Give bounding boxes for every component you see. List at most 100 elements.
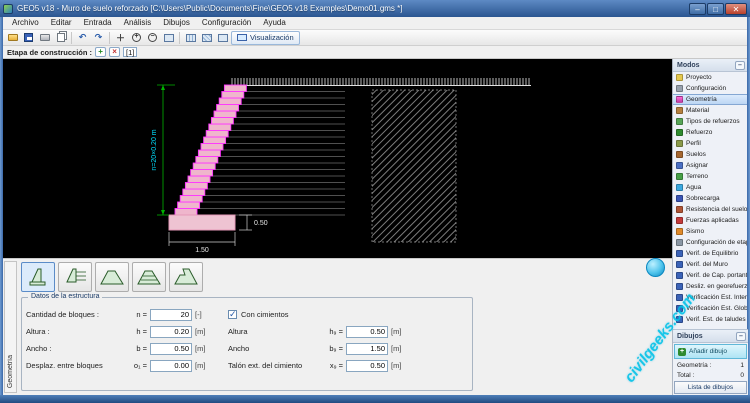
right-fields: Con cimientos Altura h₉ = [m] Ancho b₉ =… xyxy=(228,306,406,374)
menu-ayuda[interactable]: Ayuda xyxy=(257,17,292,29)
sidebar-item-tipos-de-refuerzos[interactable]: Tipos de refuerzos xyxy=(673,116,747,127)
stepped-wall-reinforced-icon xyxy=(66,268,86,283)
sidebar-item-agua[interactable]: Agua xyxy=(673,182,747,193)
sidebar-item-configuración[interactable]: Configuración xyxy=(673,83,747,94)
sidebar-item-refuerzo[interactable]: Refuerzo xyxy=(673,127,747,138)
block-count-unit: [-] xyxy=(195,310,202,319)
pan-button[interactable]: ＋ xyxy=(113,31,128,45)
drawings-collapse-button[interactable]: – xyxy=(736,331,746,341)
sidebar-item-asignar[interactable]: Asignar xyxy=(673,160,747,171)
selection-frame-button-2[interactable] xyxy=(199,31,214,45)
wall-shape-button-1[interactable] xyxy=(21,262,55,292)
bottom-frame: Geometría Datos de la estructura Cantida… xyxy=(3,258,672,395)
menu-entrada[interactable]: Entrada xyxy=(78,17,118,29)
modes-collapse-button[interactable]: – xyxy=(735,60,745,70)
foundation-height-input[interactable] xyxy=(346,325,388,338)
minimize-button[interactable]: – xyxy=(689,2,706,15)
structure-data-group: Datos de la estructura Cantidad de bloqu… xyxy=(21,293,473,391)
sidebar-item-suelos[interactable]: Suelos xyxy=(673,149,747,160)
add-drawing-button[interactable]: + Añadir dibujo xyxy=(674,344,747,359)
menu-archivo[interactable]: Archivo xyxy=(6,17,45,29)
drawing-count-row: Geometría : 1 xyxy=(673,360,748,370)
sidebar-item-geometría[interactable]: Geometría xyxy=(673,94,747,105)
wall-shape-button-5[interactable] xyxy=(169,262,203,292)
add-stage-button[interactable]: + xyxy=(95,47,107,57)
sidebar-item-resistencia-del-suelo[interactable]: Resistencia del suelo xyxy=(673,204,747,215)
foundation-heel-symbol: x₉ = xyxy=(329,361,343,370)
foundation-heel-row: Talón ext. del cimiento x₉ = [m] xyxy=(228,357,406,374)
foundation-height-label: Altura xyxy=(228,327,248,336)
sidebar-item-verif-de-equilibrio[interactable]: Verif. de Equilibrio xyxy=(673,248,747,259)
block-height-input[interactable] xyxy=(150,325,192,338)
wall-shape-button-3[interactable] xyxy=(95,262,129,292)
sidebar-item-verif-est-de-taludes[interactable]: Verif. Est. de taludes xyxy=(673,314,747,325)
menu-analisis[interactable]: Análisis xyxy=(118,17,158,29)
foundation-heel-input[interactable] xyxy=(346,359,388,372)
block-width-row: Ancho : b = [m] xyxy=(26,340,210,357)
drawing-list-button[interactable]: Lista de dibujos xyxy=(674,381,747,394)
sidebar-item-proyecto[interactable]: Proyecto xyxy=(673,72,747,83)
window-frame-bottom xyxy=(0,395,750,403)
verify-icon xyxy=(676,294,683,301)
sidebar-item-configuración-de-etapa[interactable]: Configuración de etapa xyxy=(673,237,747,248)
sidebar-item-verif-de-cap-portante[interactable]: Verif. de Cap. portante xyxy=(673,270,747,281)
sidebar-item-verificación-est-global[interactable]: Verificación Est. Global xyxy=(673,303,747,314)
assign-icon xyxy=(676,162,683,169)
sidebar-item-desliz-en-georefuerzo[interactable]: Desliz. en georefuerzo xyxy=(673,281,747,292)
zoom-fit-button[interactable] xyxy=(161,31,176,45)
visualization-button[interactable]: Visualización xyxy=(231,30,300,45)
open-button[interactable] xyxy=(5,31,20,45)
app-icon xyxy=(3,3,13,14)
sidebar-item-fuerzas-aplicadas[interactable]: Fuerzas aplicadas xyxy=(673,215,747,226)
block-width-symbol: b = xyxy=(136,344,147,353)
geometry-vertical-tab[interactable]: Geometría xyxy=(4,261,17,393)
menu-configuracion[interactable]: Configuración xyxy=(196,17,257,29)
foundation-checkbox[interactable] xyxy=(228,309,237,320)
toolbar-separator xyxy=(71,31,72,44)
wall-height-dimension: n=20×0.20 m xyxy=(151,84,175,216)
close-button[interactable]: ✕ xyxy=(725,2,747,15)
verify-icon xyxy=(676,250,683,257)
foundation-height-symbol: h₉ = xyxy=(329,327,343,336)
sidebar-item-verificación-est-interna[interactable]: Verificación Est. Interna xyxy=(673,292,747,303)
block-width-input[interactable] xyxy=(150,342,192,355)
remove-stage-button[interactable]: × xyxy=(109,47,121,57)
sidebar-item-perfil[interactable]: Perfil xyxy=(673,138,747,149)
foundation-height-dimension: 0.50 xyxy=(239,214,268,231)
copy-button[interactable] xyxy=(53,31,68,45)
selection-rect-icon xyxy=(217,33,228,42)
foundation-height-unit: [m] xyxy=(391,327,402,336)
selection-frame-button-3[interactable] xyxy=(215,31,230,45)
sidebar-item-terreno[interactable]: Terreno xyxy=(673,171,747,182)
vertical-tab-label: Geometría xyxy=(7,354,14,388)
earthquake-icon xyxy=(676,228,683,235)
block-offset-input[interactable] xyxy=(150,359,192,372)
foundation-width-input[interactable] xyxy=(346,342,388,355)
wall-shape-button-4[interactable] xyxy=(132,262,166,292)
stepped-wall-icon xyxy=(29,268,46,286)
block-count-label: Cantidad de bloques : xyxy=(26,310,99,319)
pan-icon: ＋ xyxy=(115,33,125,43)
zoom-in-button[interactable]: + xyxy=(129,31,144,45)
sidebar-item-sismo[interactable]: Sismo xyxy=(673,226,747,237)
geometry-count-label: Geometría : xyxy=(677,361,712,369)
sidebar-item-sobrecarga[interactable]: Sobrecarga xyxy=(673,193,747,204)
block-count-row: Cantidad de bloques : n = [-] xyxy=(26,306,210,323)
maximize-button[interactable]: □ xyxy=(707,2,724,15)
modes-sidebar: Modos – Proyecto Configuración Geometría… xyxy=(672,59,748,395)
undo-button[interactable]: ↶ xyxy=(75,31,90,45)
stage-number[interactable]: [1] xyxy=(123,47,138,57)
block-count-input[interactable] xyxy=(150,308,192,321)
print-button[interactable] xyxy=(37,31,52,45)
selection-frame-button-1[interactable] xyxy=(183,31,198,45)
drawing-canvas[interactable]: n=20×0.20 m 1.50 0.50 xyxy=(3,59,672,258)
redo-button[interactable]: ↷ xyxy=(91,31,106,45)
water-icon xyxy=(676,184,683,191)
zoom-out-button[interactable]: − xyxy=(145,31,160,45)
sidebar-item-material[interactable]: Material xyxy=(673,105,747,116)
menu-editar[interactable]: Editar xyxy=(45,17,78,29)
sidebar-item-verif-del-muro[interactable]: Verif. del Muro xyxy=(673,259,747,270)
save-button[interactable] xyxy=(21,31,36,45)
menu-dibujos[interactable]: Dibujos xyxy=(157,17,196,29)
wall-shape-button-2[interactable] xyxy=(58,262,92,292)
